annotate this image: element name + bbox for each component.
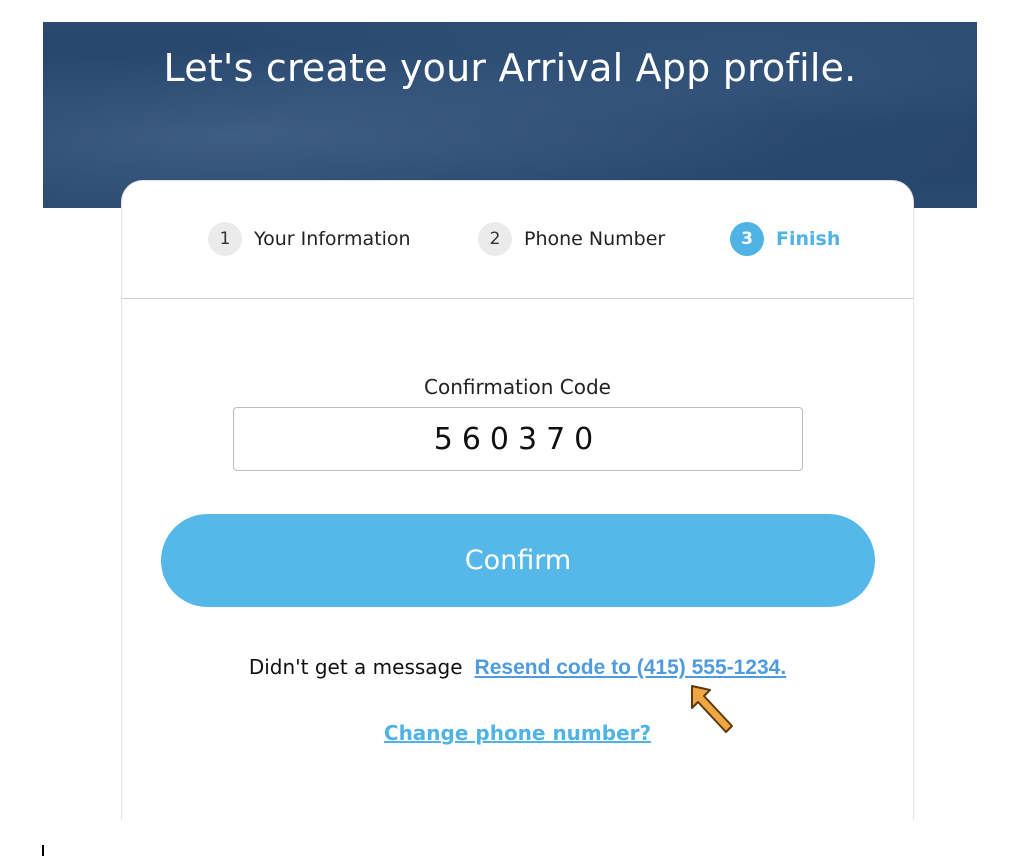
text-cursor [42, 845, 44, 856]
page: Let's create your Arrival App profile. 1… [0, 0, 1024, 856]
resend-prompt: Didn't get a message [248, 655, 463, 679]
resend-code-link[interactable]: Resend code to (415) 555-1234. [475, 656, 787, 679]
confirm-button[interactable]: Confirm [161, 514, 875, 607]
confirmation-code-label: Confirmation Code [424, 375, 611, 399]
step-number: 2 [478, 222, 512, 256]
change-phone-number-link[interactable]: Change phone number? [122, 721, 913, 745]
step-your-information[interactable]: 1 Your Information [208, 221, 411, 257]
resend-row: Didn't get a message Resend code to (415)… [122, 655, 913, 680]
page-title: Let's create your Arrival App profile. [163, 46, 857, 90]
confirmation-code-input[interactable] [233, 407, 803, 471]
step-number: 3 [730, 222, 764, 256]
step-phone-number[interactable]: 2 Phone Number [478, 221, 665, 257]
step-label: Your Information [254, 228, 411, 250]
step-label: Phone Number [524, 228, 666, 250]
step-label: Finish [776, 228, 841, 250]
profile-card: 1 Your Information 2 Phone Number 3 Fini… [121, 180, 914, 820]
step-finish[interactable]: 3 Finish [730, 221, 840, 257]
divider [122, 298, 913, 299]
arrow-up-left-icon [691, 685, 733, 733]
stepper: 1 Your Information 2 Phone Number 3 Fini… [122, 221, 913, 261]
step-number: 1 [208, 222, 242, 256]
